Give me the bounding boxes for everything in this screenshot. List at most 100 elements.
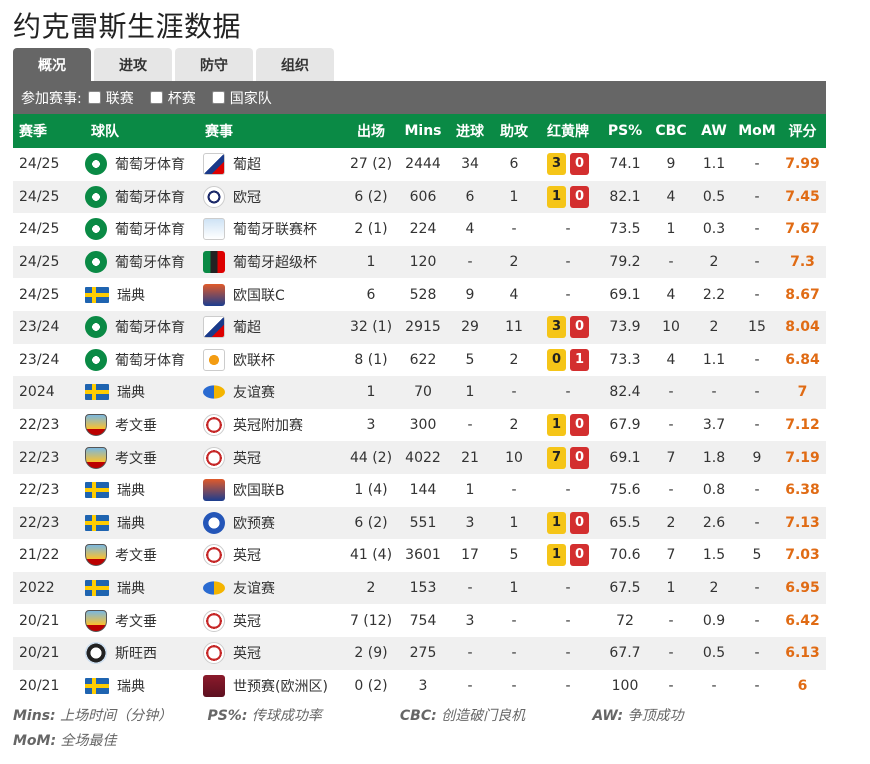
team-logo-icon — [85, 153, 107, 176]
col-mom[interactable]: MoM — [735, 114, 779, 148]
tab-attack[interactable]: 进攻 — [94, 48, 172, 81]
red-card-count: 0 — [570, 185, 589, 208]
competition-cell[interactable]: 友谊赛 — [203, 376, 343, 409]
col-season[interactable]: 赛季 — [13, 114, 85, 148]
team-cell[interactable]: 瑞典 — [85, 474, 203, 507]
col-ps[interactable]: PS% — [601, 114, 649, 148]
col-team[interactable]: 球队 — [85, 114, 203, 148]
col-apps[interactable]: 出场 — [343, 114, 399, 148]
team-cell[interactable]: 瑞典 — [85, 507, 203, 540]
competition-cell[interactable]: 葡超 — [203, 148, 343, 181]
col-cbc[interactable]: CBC — [649, 114, 693, 148]
team-name: 葡萄牙体育 — [115, 352, 185, 369]
team-logo-icon — [85, 514, 109, 531]
competition-cell[interactable]: 欧联杯 — [203, 344, 343, 377]
cup-checkbox[interactable] — [149, 91, 163, 104]
table-header-row: 赛季 球队 赛事 出场 Mins 进球 助攻 红黄牌 PS% CBC AW Mo… — [13, 114, 826, 148]
mins-cell: 300 — [409, 417, 437, 434]
competition-name: 欧冠 — [233, 189, 261, 206]
season-cell: 20/21 — [19, 677, 60, 694]
competition-cell[interactable]: 英冠 — [203, 539, 343, 572]
competition-cell[interactable]: 欧预赛 — [203, 507, 343, 540]
tab-organize[interactable]: 组织 — [256, 48, 334, 81]
filter-label: 参加赛事: — [21, 90, 82, 107]
tab-overview[interactable]: 概况 — [13, 48, 91, 81]
filter-national[interactable]: 国家队 — [211, 88, 272, 108]
col-aw[interactable]: AW — [693, 114, 735, 148]
competition-cell[interactable]: 欧冠 — [203, 181, 343, 214]
team-cell[interactable]: 考文垂 — [85, 409, 203, 442]
cards-cell: - — [535, 572, 601, 605]
cbc-cell: 1 — [666, 580, 676, 597]
goals-cell: - — [467, 254, 473, 271]
mins-cell: 754 — [409, 612, 437, 629]
competition-name: 英冠附加赛 — [233, 418, 303, 435]
col-cards[interactable]: 红黄牌 — [535, 114, 601, 148]
competition-cell[interactable]: 欧国联C — [203, 278, 343, 311]
competition-cell[interactable]: 英冠 — [203, 441, 343, 474]
col-assists[interactable]: 助攻 — [493, 114, 535, 148]
team-cell[interactable]: 考文垂 — [85, 539, 203, 572]
team-cell[interactable]: 斯旺西 — [85, 637, 203, 670]
cbc-cell: 2 — [666, 514, 676, 531]
competition-cell[interactable]: 葡超 — [203, 311, 343, 344]
ps-cell: 100 — [611, 677, 639, 694]
team-cell[interactable]: 葡萄牙体育 — [85, 148, 203, 181]
team-name: 葡萄牙体育 — [115, 157, 185, 174]
competition-name: 英冠 — [233, 548, 261, 565]
season-cell: 23/24 — [19, 319, 60, 336]
cards-value: - — [565, 677, 571, 694]
mins-cell: 70 — [414, 384, 432, 401]
cards-cell: 10 — [535, 409, 601, 442]
team-cell[interactable]: 瑞典 — [85, 278, 203, 311]
competition-cell[interactable]: 葡萄牙联赛杯 — [203, 213, 343, 246]
league-checkbox[interactable] — [87, 91, 101, 104]
tab-defense[interactable]: 防守 — [175, 48, 253, 81]
mins-cell: 144 — [409, 482, 437, 499]
team-cell[interactable]: 瑞典 — [85, 670, 203, 703]
filter-cup[interactable]: 杯赛 — [149, 88, 196, 108]
team-cell[interactable]: 葡萄牙体育 — [85, 181, 203, 214]
legend-key: MoM: — [13, 733, 57, 749]
team-name: 瑞典 — [117, 515, 145, 532]
assists-cell: 2 — [509, 351, 519, 368]
cbc-cell: - — [668, 417, 674, 434]
col-mins[interactable]: Mins — [399, 114, 447, 148]
team-cell[interactable]: 葡萄牙体育 — [85, 311, 203, 344]
competition-cell[interactable]: 英冠 — [203, 604, 343, 637]
team-cell[interactable]: 考文垂 — [85, 441, 203, 474]
apps-cell: 7 (12) — [349, 612, 393, 629]
mins-cell: 551 — [409, 514, 437, 531]
team-cell[interactable]: 葡萄牙体育 — [85, 344, 203, 377]
competition-cell[interactable]: 友谊赛 — [203, 572, 343, 605]
competition-logo-icon — [203, 414, 225, 437]
team-cell[interactable]: 瑞典 — [85, 376, 203, 409]
goals-cell: - — [467, 677, 473, 694]
cbc-cell: 4 — [666, 351, 676, 368]
legend-row-1: Mins: 上场时间（分钟） PS%: 传球成功率 CBC: 创造破门良机 AW… — [13, 705, 752, 725]
filter-league[interactable]: 联赛 — [87, 88, 134, 108]
apps-cell: 27 (2) — [349, 156, 393, 173]
team-cell[interactable]: 葡萄牙体育 — [85, 213, 203, 246]
col-competition[interactable]: 赛事 — [203, 114, 343, 148]
team-cell[interactable]: 考文垂 — [85, 604, 203, 637]
competition-cell[interactable]: 英冠 — [203, 637, 343, 670]
col-rating[interactable]: 评分 — [779, 114, 826, 148]
rating-cell: 6.95 — [785, 580, 820, 597]
goals-cell: 4 — [465, 221, 475, 238]
national-checkbox[interactable] — [211, 91, 225, 104]
competition-cell[interactable]: 英冠附加赛 — [203, 409, 343, 442]
team-cell[interactable]: 葡萄牙体育 — [85, 246, 203, 279]
competition-cell[interactable]: 葡萄牙超级杯 — [203, 246, 343, 279]
goals-cell: 3 — [465, 514, 475, 531]
mins-cell: 224 — [409, 221, 437, 238]
red-card-count: 0 — [570, 511, 589, 534]
goals-cell: - — [467, 417, 473, 434]
rating-cell: 7.03 — [785, 547, 820, 564]
competition-cell[interactable]: 欧国联B — [203, 474, 343, 507]
competition-cell[interactable]: 世预赛(欧洲区) — [203, 670, 343, 703]
team-cell[interactable]: 瑞典 — [85, 572, 203, 605]
col-goals[interactable]: 进球 — [447, 114, 493, 148]
cards-cell: - — [535, 670, 601, 703]
team-name: 瑞典 — [117, 483, 145, 500]
